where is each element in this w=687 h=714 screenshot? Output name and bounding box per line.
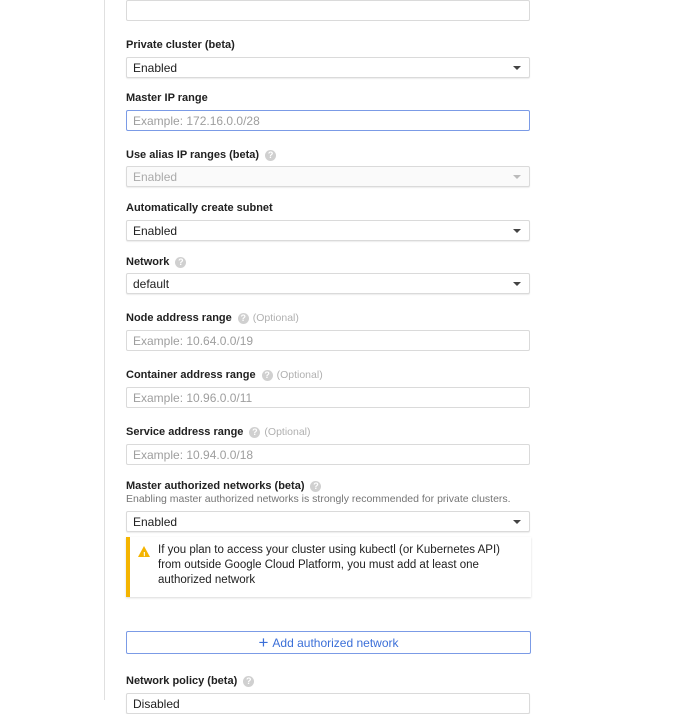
master-ip-label: Master IP range [126,92,208,104]
container-range-label: Container address range? (Optional) [126,369,323,381]
left-sidebar [0,0,105,700]
master-ip-input[interactable]: Example: 172.16.0.0/28 [126,110,530,131]
dropdown-arrow-icon [513,282,521,286]
optional-tag: (Optional) [264,426,311,438]
select-value: Enabled [133,514,178,529]
placeholder: Example: 10.96.0.0/11 [133,390,253,405]
select-value: Enabled [133,60,178,75]
alias-ip-label: Use alias IP ranges (beta)? [126,149,277,161]
warning-text: If you plan to access your cluster using… [158,544,500,586]
label-text: Master IP range [126,92,208,104]
help-icon[interactable]: ? [237,312,249,324]
optional-tag: (Optional) [252,312,299,324]
man-select[interactable]: Enabled [126,511,530,532]
service-range-label: Service address range? (Optional) [126,426,311,438]
dropdown-arrow-icon [513,520,521,524]
add-authorized-network-button[interactable]: + Add authorized network [126,631,531,654]
label-text: Network [126,256,170,268]
service-range-input[interactable]: Example: 10.94.0.0/18 [126,444,530,465]
help-icon[interactable]: ? [249,426,261,438]
dropdown-arrow-icon [513,175,521,179]
label-text: Container address range [126,369,256,381]
node-range-label: Node address range? (Optional) [126,312,299,324]
label-text: Node address range [126,312,232,324]
optional-tag: (Optional) [276,369,323,381]
label-text: Network policy (beta) [126,675,238,687]
network-select[interactable]: default [126,273,530,294]
placeholder: Example: 10.64.0.0/19 [133,333,254,348]
alias-ip-select: Enabled [126,166,530,187]
auto-subnet-label: Automatically create subnet [126,202,273,214]
private-cluster-label: Private cluster (beta) [126,39,235,51]
dropdown-arrow-icon [513,229,521,233]
label-text: Master authorized networks (beta) [126,480,305,492]
warning-banner: ! If you plan to access your cluster usi… [126,537,531,597]
warning-icon: ! [138,546,150,560]
network-policy-label: Network policy (beta)? [126,675,255,687]
plus-icon: + [258,633,269,652]
help-icon[interactable]: ? [261,369,273,381]
placeholder: Example: 10.94.0.0/18 [133,447,254,462]
container-range-input[interactable]: Example: 10.96.0.0/11 [126,387,530,408]
select-value: Enabled [133,223,178,238]
top-input[interactable] [126,0,530,21]
select-value: default [133,276,170,291]
placeholder: Example: 172.16.0.0/28 [133,113,260,128]
network-label: Network? [126,256,187,268]
button-label: Add authorized network [272,635,399,650]
dropdown-arrow-icon [513,66,521,70]
node-range-input[interactable]: Example: 10.64.0.0/19 [126,330,530,351]
help-icon[interactable]: ? [243,675,255,687]
label-text: Service address range [126,426,244,438]
label-text: Automatically create subnet [126,202,273,214]
label-text: Private cluster (beta) [126,39,235,51]
man-helper-text: Enabling master authorized networks is s… [126,493,511,505]
select-value: Disabled [133,697,180,711]
label-text: Use alias IP ranges (beta) [126,149,260,161]
help-icon[interactable]: ? [310,480,322,492]
private-cluster-select[interactable]: Enabled [126,57,530,78]
select-value: Enabled [133,169,178,184]
auto-subnet-select[interactable]: Enabled [126,220,530,241]
man-label: Master authorized networks (beta)? [126,480,322,492]
network-policy-select[interactable]: Disabled [126,693,530,714]
help-icon[interactable]: ? [175,256,187,268]
help-icon[interactable]: ? [265,149,277,161]
